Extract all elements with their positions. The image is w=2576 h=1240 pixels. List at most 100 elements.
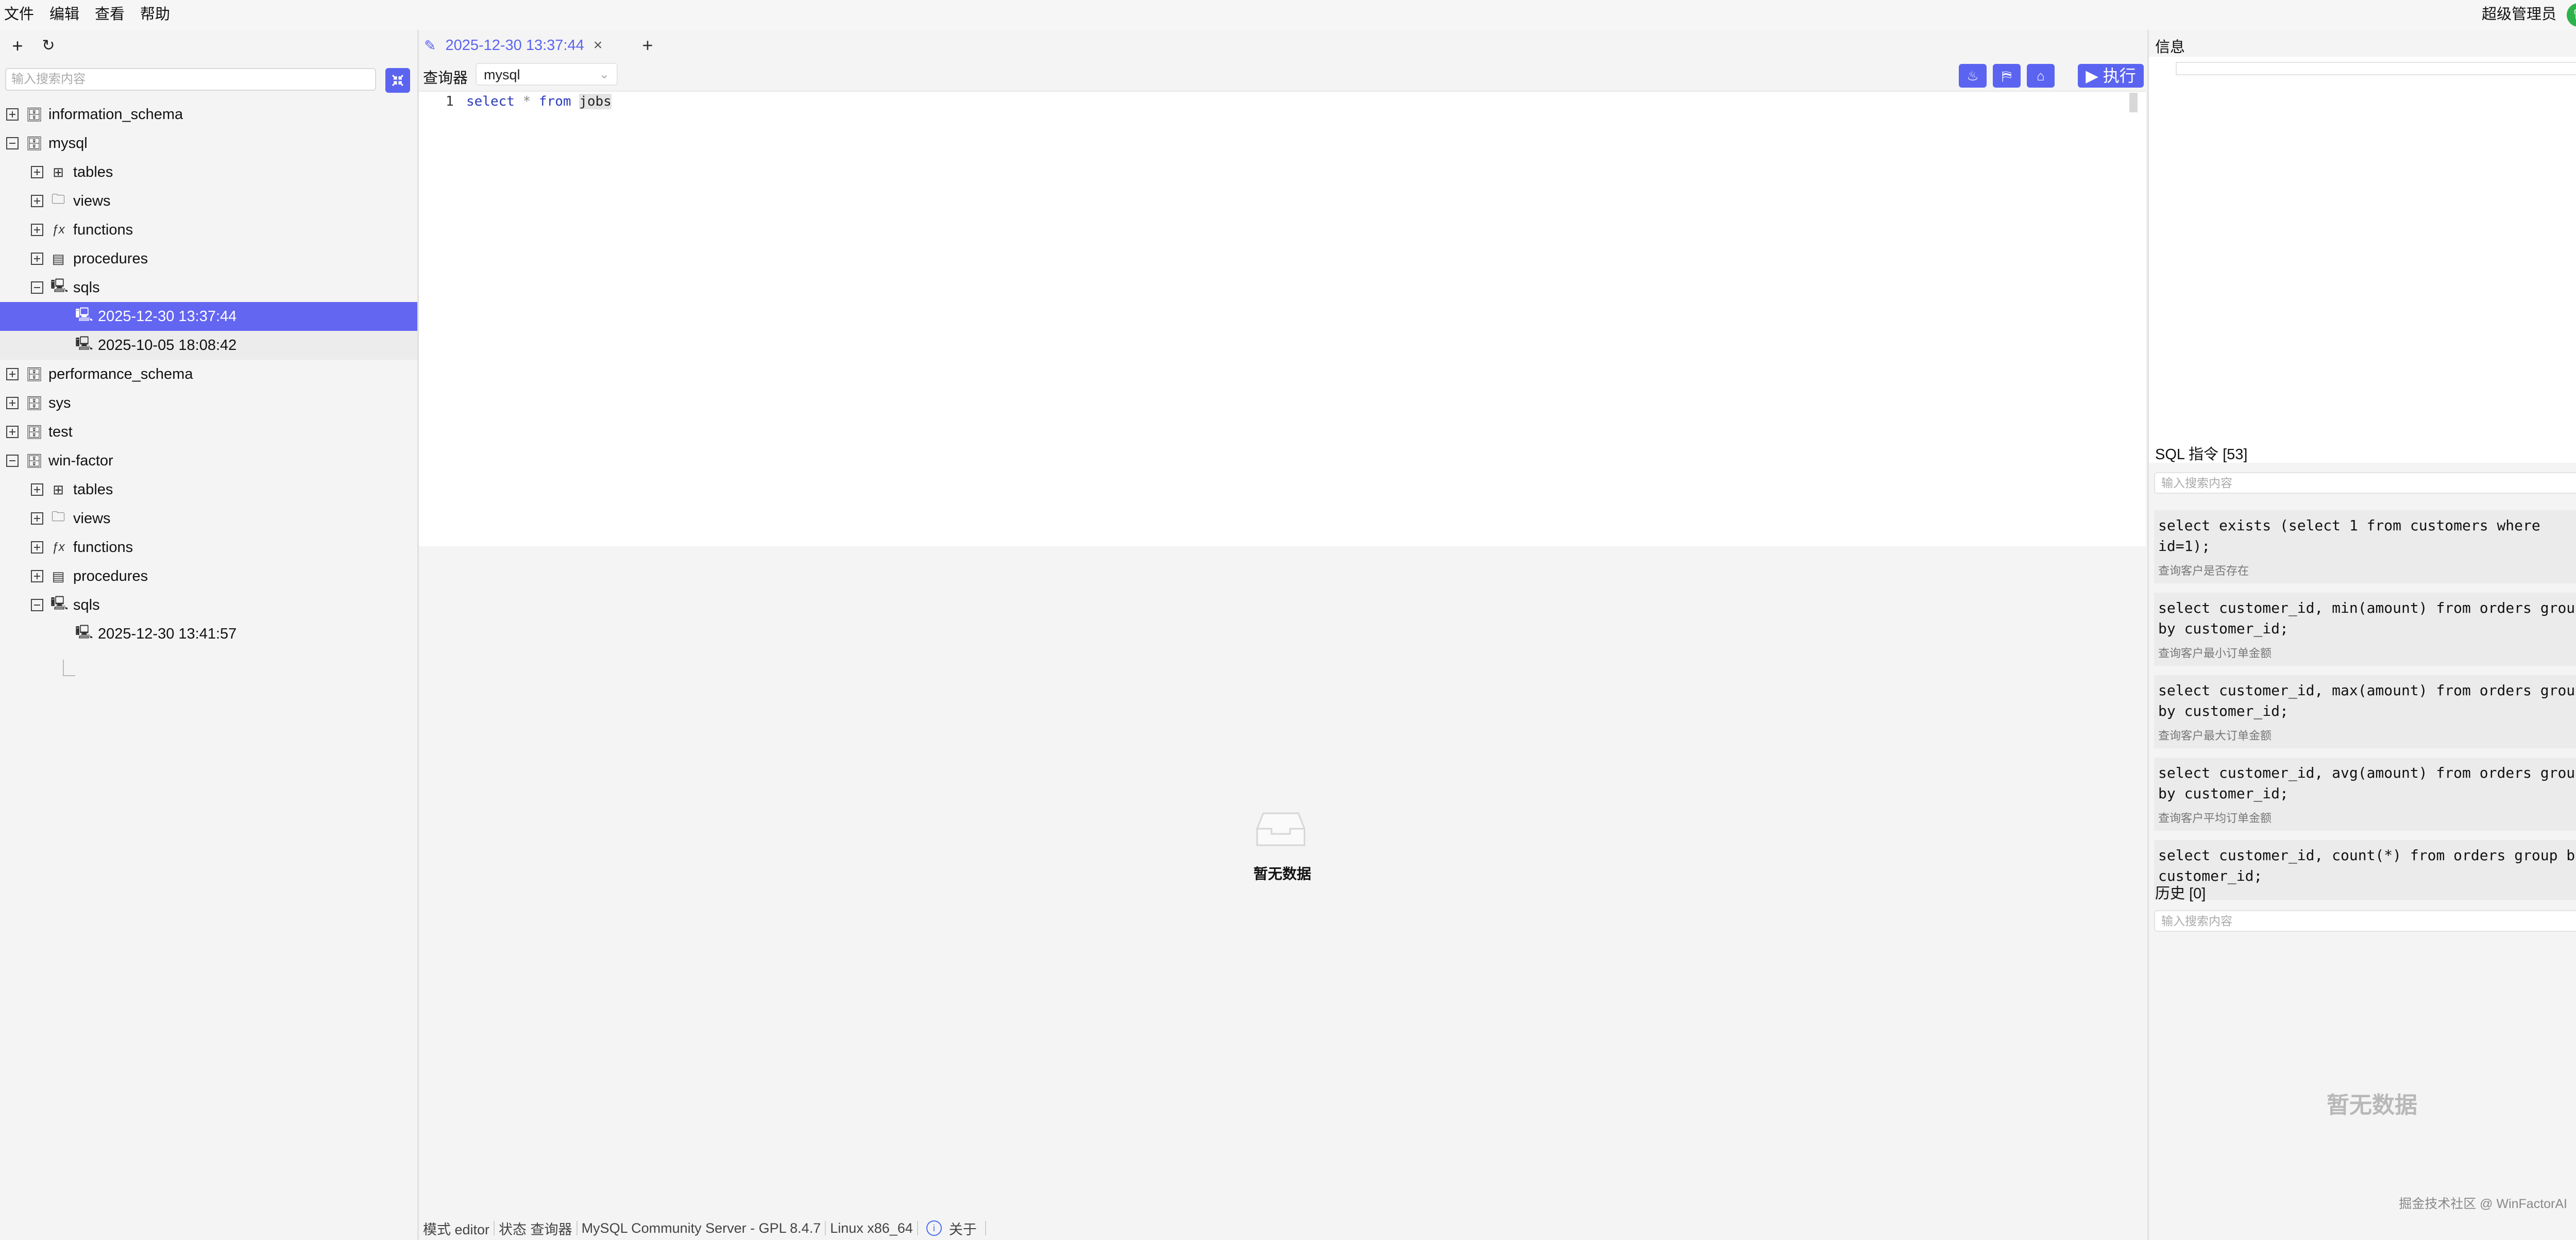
tree-item[interactable]: 🖳 sqls <box>0 591 417 619</box>
menu-file[interactable]: 文件 <box>4 4 34 25</box>
tree-item[interactable]: ▤ procedures <box>0 562 417 591</box>
sql-command-item[interactable]: select customer_id, max(amount) from ord… <box>2154 675 2576 748</box>
procedure-icon: ▤ <box>52 568 65 584</box>
database-select[interactable]: mysql ⌄ <box>476 63 618 86</box>
sql-command-description: 查询客户最大订单金额 <box>2158 729 2272 742</box>
main-menu: 文件 编辑 查看 帮助 <box>0 4 181 25</box>
tab-query[interactable]: ✎ 2025-12-30 13:37:44 × <box>424 32 602 59</box>
expand-node-icon[interactable] <box>6 368 19 380</box>
tree-connector <box>63 675 75 676</box>
view-folder-icon: 🗀 <box>51 509 65 524</box>
sql-command-statement: select customer_id, avg(amount) from ord… <box>2158 764 2576 802</box>
sql-search-input[interactable]: 输入搜索内容 <box>2154 472 2576 494</box>
info-title: 信息 <box>2155 39 2185 56</box>
tree-item[interactable]: 🗄 information_schema <box>0 100 417 129</box>
refresh-icon[interactable]: ↻ <box>36 34 61 59</box>
tree-item[interactable]: ▤ procedures <box>0 244 417 273</box>
collapse-node-icon[interactable] <box>6 137 19 149</box>
tree-item[interactable]: 🖳 2025-12-30 13:41:57 <box>0 619 417 648</box>
tab-label: 2025-12-30 13:37:44 <box>445 37 584 54</box>
code-keyword: select <box>466 94 515 109</box>
status-divider <box>985 1221 986 1235</box>
about-link[interactable]: i 关于 <box>922 1218 981 1238</box>
menu-view[interactable]: 查看 <box>95 4 125 25</box>
empty-inbox-icon <box>1256 812 1306 846</box>
tree-item-label: test <box>48 423 73 440</box>
tree-item[interactable]: 🗄 mysql <box>0 129 417 158</box>
expand-node-icon[interactable] <box>31 512 43 525</box>
expand-node-icon[interactable] <box>31 166 43 178</box>
sql-command-statement: select customer_id, max(amount) from ord… <box>2158 682 2576 719</box>
tree-item[interactable]: 🗄 performance_schema <box>0 360 417 389</box>
tree-item[interactable]: ⊞ tables <box>0 158 417 187</box>
collapse-node-icon[interactable] <box>6 455 19 467</box>
close-icon[interactable]: × <box>594 37 603 54</box>
history-search-input[interactable]: 输入搜索内容 <box>2154 910 2576 932</box>
expand-node-icon[interactable] <box>31 483 43 496</box>
tree-item[interactable]: 🗀 views <box>0 504 417 533</box>
collapse-node-icon[interactable] <box>31 281 43 294</box>
history-empty-text: 暂无数据 <box>2327 1093 2417 1118</box>
tree-item[interactable]: ƒx functions <box>0 215 417 244</box>
sql-command-statement: select exists (select 1 from customers w… <box>2158 517 2540 555</box>
collapse-node-icon[interactable] <box>31 599 43 611</box>
tree-item[interactable]: 🗄 sys <box>0 389 417 417</box>
add-connection-button[interactable]: + <box>5 34 30 59</box>
expand-node-icon[interactable] <box>6 108 19 121</box>
tree-item[interactable]: 🖳 2025-12-30 13:37:44 <box>0 302 417 331</box>
tree-item[interactable]: ƒx functions <box>0 533 417 562</box>
sql-command-item[interactable]: select customer_id, avg(amount) from ord… <box>2154 758 2576 831</box>
menu-bar: 文件 编辑 查看 帮助 超级管理员 管 <box>0 0 2576 30</box>
query-toolbar: 查询器 mysql ⌄ ♨ ⛿ ⌂ ▶ 执行 <box>419 61 2146 90</box>
expand-node-icon[interactable] <box>31 224 43 236</box>
sql-command-item[interactable]: select exists (select 1 from customers w… <box>2154 510 2576 583</box>
sql-command-statement: select customer_id, count(*) from orders… <box>2158 847 2576 884</box>
tree-connector <box>63 660 64 675</box>
tree-item[interactable]: ⊞ tables <box>0 475 417 504</box>
sidebar-search-input[interactable]: 输入搜索内容 <box>5 68 376 91</box>
expand-node-icon[interactable] <box>31 541 43 554</box>
tree-item[interactable]: 🗄 test <box>0 417 417 446</box>
save-sql-button[interactable]: ⌂ <box>2027 64 2055 88</box>
database-icon: 🗄 <box>26 453 43 468</box>
tree-item-label: performance_schema <box>48 365 193 382</box>
editor-scrollbar[interactable] <box>2129 93 2138 112</box>
tree-item[interactable]: 🗄 win-factor <box>0 446 417 475</box>
sql-editor[interactable]: 1 select * from jobs <box>419 91 2146 548</box>
status-divider <box>494 1221 495 1235</box>
tree-item-label: tables <box>73 163 113 180</box>
sql-command-item[interactable]: select customer_id, min(amount) from ord… <box>2154 593 2576 666</box>
expand-node-icon[interactable] <box>31 195 43 207</box>
sql-icon: 🖳 <box>75 624 93 640</box>
tree-item[interactable]: 🖳 2025-10-05 18:08:42 <box>0 331 417 360</box>
database-icon: 🗄 <box>26 366 43 382</box>
expand-node-icon[interactable] <box>6 397 19 409</box>
tree-item[interactable]: 🖳 sqls <box>0 273 417 302</box>
tree-item[interactable]: 🗀 views <box>0 187 417 215</box>
about-label: 关于 <box>948 1221 977 1237</box>
expand-node-icon[interactable] <box>6 426 19 438</box>
run-button[interactable]: ▶ 执行 <box>2078 64 2144 88</box>
edit-icon: ✎ <box>424 37 436 54</box>
code-operator: * <box>522 94 531 109</box>
avatar[interactable]: 管 <box>2567 3 2576 27</box>
database-icon: 🗄 <box>26 395 43 411</box>
code-line[interactable]: select * from jobs <box>466 94 612 109</box>
menu-help[interactable]: 帮助 <box>140 4 170 25</box>
code-keyword: from <box>538 94 571 109</box>
explain-icon: ♨ <box>1967 68 1979 83</box>
code-table-name: jobs <box>579 94 612 109</box>
tab-bar: ✎ 2025-12-30 13:37:44 × + <box>419 30 2146 61</box>
expand-node-icon[interactable] <box>31 253 43 265</box>
add-tab-button[interactable]: + <box>635 33 660 58</box>
user-name[interactable]: 超级管理员 <box>2482 4 2556 25</box>
format-button[interactable]: ⛿ <box>1993 64 2021 88</box>
collapse-all-button[interactable] <box>385 68 410 93</box>
chevron-down-icon: ⌄ <box>599 68 609 81</box>
menu-edit[interactable]: 编辑 <box>49 4 79 25</box>
collapse-icon <box>392 74 404 87</box>
expand-node-icon[interactable] <box>31 570 43 582</box>
sql-command-item[interactable]: select customer_id, count(*) from orders… <box>2154 840 2576 900</box>
empty-result-text: 暂无数据 <box>1253 866 1311 882</box>
explain-button[interactable]: ♨ <box>1959 64 1987 88</box>
